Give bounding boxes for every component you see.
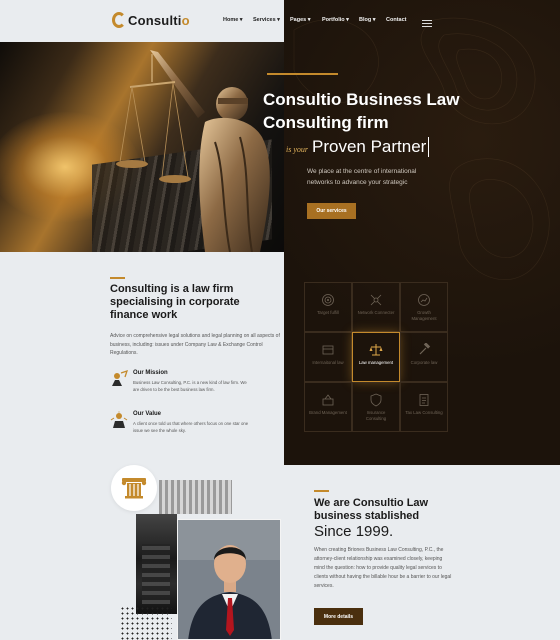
menu-hamburger-icon[interactable] — [422, 20, 432, 29]
service-corporate-law[interactable]: Corporate law — [400, 332, 448, 382]
our-services-button[interactable]: Our services — [307, 203, 356, 219]
brand-name-main: Consulti — [128, 12, 182, 28]
about-accent-line — [110, 277, 125, 279]
brand-logo[interactable]: Consultio — [112, 12, 190, 28]
established-title: We are Consultio Law business stablished — [314, 497, 429, 522]
dot-pattern — [120, 606, 172, 640]
service-insurance-consulting[interactable]: Insurance Consulting — [352, 382, 400, 432]
hero-title: Consultio Business Law Consulting firm — [263, 90, 460, 132]
hero-subtitle: is your Proven Partner — [286, 137, 430, 157]
hero-lady-justice-image — [0, 42, 284, 252]
brand-name: Consultio — [128, 13, 190, 28]
hero-subtitle-small: is your — [286, 145, 308, 154]
lawyer-portrait — [178, 520, 280, 639]
service-network-connecter[interactable]: Network Connecter — [352, 282, 400, 332]
nav-contact[interactable]: Contact — [386, 17, 406, 23]
feature-value-desc: A client once told us that where others … — [133, 421, 249, 434]
site-header: Consultio Home ▾ Services ▾ Pages ▾ Port… — [0, 0, 560, 42]
service-label: Network Connecter — [357, 310, 395, 315]
nav-home[interactable]: Home ▾ — [223, 17, 243, 23]
service-label: Internaitonal law — [312, 360, 344, 365]
service-label: Growth Management — [411, 310, 437, 321]
services-grid: Target fulfill Network Connecter Growth … — [304, 282, 448, 432]
hero-accent-line — [267, 73, 338, 75]
more-details-button[interactable]: More details — [314, 608, 363, 625]
logo-c-icon — [112, 12, 126, 28]
nav-portfolio[interactable]: Portfolio ▾ — [322, 17, 349, 23]
nav-pages[interactable]: Pages ▾ — [290, 17, 311, 23]
service-tax-law-consulting[interactable]: Tax Law Consulting — [400, 382, 448, 432]
tax-icon — [419, 394, 429, 406]
service-brand-management[interactable]: Brand Management — [304, 382, 352, 432]
growth-icon — [418, 294, 430, 306]
hero-subtitle-big: Proven Partner — [312, 137, 430, 157]
pillar-badge — [111, 465, 157, 511]
brand-icon — [322, 394, 334, 406]
building-columns-image — [159, 480, 232, 514]
service-label: Tax Law Consulting — [405, 410, 443, 415]
established-since: Since 1999. — [314, 523, 394, 540]
hero-description: We place at the centre of international … — [307, 168, 417, 186]
feature-value-title: Our Value — [133, 411, 162, 417]
feature-mission-title: Our Mission — [133, 370, 168, 376]
pillar-icon — [121, 478, 147, 499]
globe-icon — [322, 345, 334, 355]
nav-blog[interactable]: Blog ▾ — [359, 17, 376, 23]
value-icon — [110, 411, 128, 428]
lawyer-portrait-image — [177, 519, 281, 640]
feature-mission-desc: Business Law Consulting, P.C. is a new k… — [133, 380, 247, 393]
service-label: Insurance Consulting — [365, 410, 387, 421]
about-description: Advice on comprehensive legal solutions … — [110, 333, 280, 356]
service-law-management[interactable]: Law management — [352, 332, 400, 382]
service-target-fulfill[interactable]: Target fulfill — [304, 282, 352, 332]
service-label: Law management — [358, 360, 394, 365]
service-label: Brand Management — [309, 410, 347, 415]
scales-icon — [369, 344, 383, 356]
about-title: Consulting is a law firm specialising in… — [110, 283, 240, 321]
established-accent-line — [314, 490, 329, 492]
target-icon — [322, 294, 334, 306]
gavel-icon — [419, 343, 431, 355]
office-interior-image — [136, 514, 177, 614]
insurance-icon — [370, 393, 382, 407]
service-label: Target fulfill — [317, 310, 339, 315]
service-label: Corporate law — [410, 360, 438, 365]
network-icon — [370, 294, 382, 306]
service-international-law[interactable]: Internaitonal law — [304, 332, 352, 382]
lady-justice-statue — [116, 50, 270, 252]
established-description: When creating Briones Business Law Consu… — [314, 547, 452, 589]
mission-icon — [112, 370, 128, 386]
service-growth-management[interactable]: Growth Management — [400, 282, 448, 332]
brand-name-accent: o — [181, 12, 190, 28]
nav-services[interactable]: Services ▾ — [253, 17, 280, 23]
